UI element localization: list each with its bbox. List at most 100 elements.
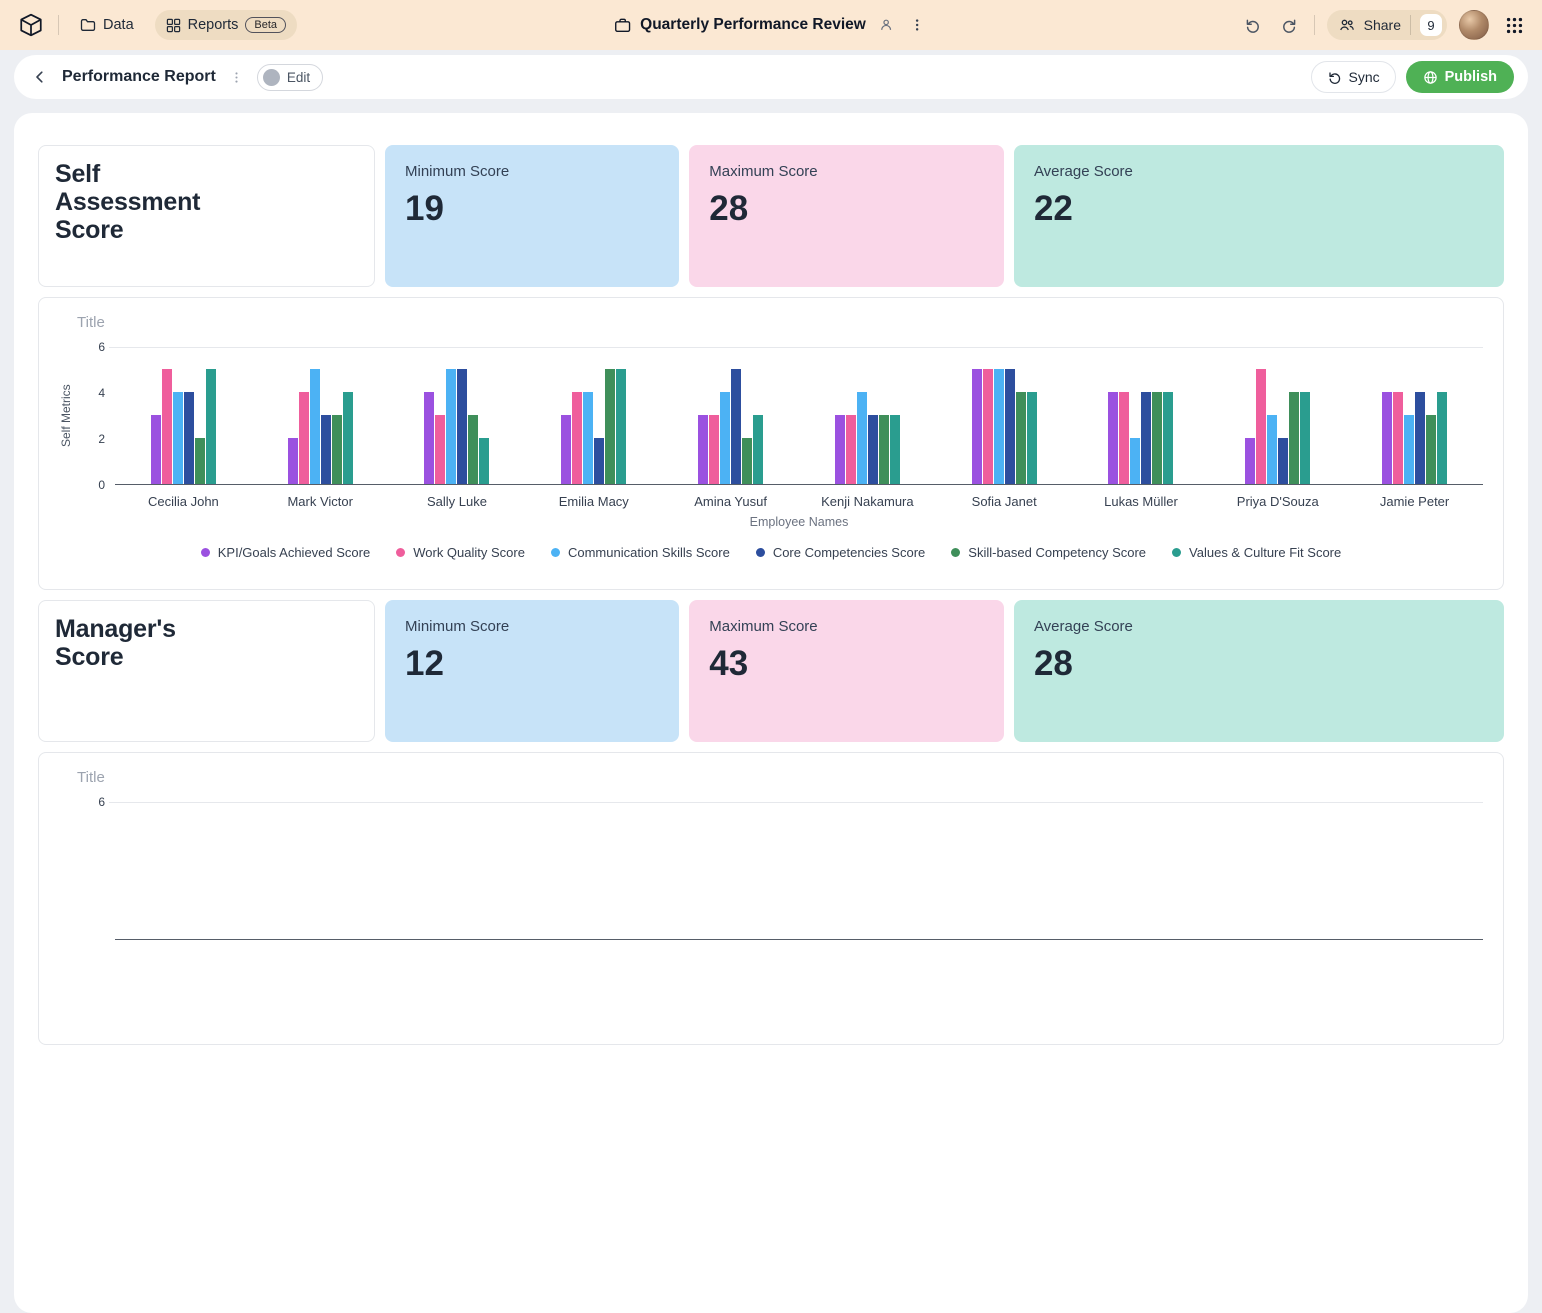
bar[interactable] — [468, 415, 478, 484]
undo-icon[interactable] — [1240, 13, 1265, 38]
bar[interactable] — [994, 369, 1004, 484]
x-tick-label: Sally Luke — [427, 494, 487, 509]
bar[interactable] — [720, 392, 730, 484]
bar[interactable] — [1141, 392, 1151, 484]
app-logo-icon[interactable] — [14, 8, 48, 42]
bar[interactable] — [709, 415, 719, 484]
stat-card-maximum[interactable]: Maximum Score 43 — [689, 600, 1004, 742]
bar[interactable] — [332, 415, 342, 484]
bar[interactable] — [605, 369, 615, 484]
bar[interactable] — [972, 369, 982, 484]
x-tick-label: Emilia Macy — [559, 494, 629, 509]
bar[interactable] — [1415, 392, 1425, 484]
bar[interactable] — [879, 415, 889, 484]
bar[interactable] — [890, 415, 900, 484]
bar[interactable] — [561, 415, 571, 484]
bar[interactable] — [857, 392, 867, 484]
bar[interactable] — [479, 438, 489, 484]
bar[interactable] — [288, 438, 298, 484]
stat-card-minimum[interactable]: Minimum Score 19 — [385, 145, 679, 287]
bar[interactable] — [446, 369, 456, 484]
section-heading-card[interactable]: Manager's Score — [38, 600, 375, 742]
bar[interactable] — [1016, 392, 1026, 484]
share-button[interactable]: Share 9 — [1327, 10, 1447, 40]
bar[interactable] — [184, 392, 194, 484]
bar[interactable] — [742, 438, 752, 484]
legend-item[interactable]: Values & Culture Fit Score — [1172, 545, 1341, 560]
legend-item[interactable]: Core Competencies Score — [756, 545, 925, 560]
bar[interactable] — [151, 415, 161, 484]
report-toolbar: Performance Report Edit Sync — [14, 55, 1528, 99]
bar[interactable] — [1005, 369, 1015, 484]
bar[interactable] — [1027, 392, 1037, 484]
user-avatar[interactable] — [1459, 10, 1489, 40]
bar[interactable] — [1300, 392, 1310, 484]
bar[interactable] — [1163, 392, 1173, 484]
x-axis-label: Employee Names — [59, 515, 1483, 529]
bar[interactable] — [868, 415, 878, 484]
legend-item[interactable]: KPI/Goals Achieved Score — [201, 545, 370, 560]
bar[interactable] — [1256, 369, 1266, 484]
back-icon[interactable] — [28, 65, 52, 89]
bar[interactable] — [1130, 438, 1140, 484]
bar[interactable] — [1119, 392, 1129, 484]
bar[interactable] — [321, 415, 331, 484]
chart-title-placeholder[interactable]: Title — [77, 314, 1483, 331]
bar[interactable] — [594, 438, 604, 484]
chart-title-placeholder[interactable]: Title — [77, 769, 1483, 786]
redo-icon[interactable] — [1277, 13, 1302, 38]
bar[interactable] — [1382, 392, 1392, 484]
apps-grid-icon[interactable] — [1501, 12, 1528, 39]
sync-button[interactable]: Sync — [1311, 61, 1396, 93]
bar[interactable] — [1426, 415, 1436, 484]
nav-reports[interactable]: Reports Beta — [155, 10, 297, 40]
bar[interactable] — [206, 369, 216, 484]
legend-item[interactable]: Communication Skills Score — [551, 545, 730, 560]
report-title: Performance Report — [62, 68, 216, 86]
bar[interactable] — [753, 415, 763, 484]
edit-toggle[interactable]: Edit — [257, 64, 323, 91]
bar[interactable] — [698, 415, 708, 484]
nav-data[interactable]: Data — [69, 10, 145, 40]
bar[interactable] — [310, 369, 320, 484]
bar[interactable] — [343, 392, 353, 484]
stat-card-minimum[interactable]: Minimum Score 12 — [385, 600, 679, 742]
legend-item[interactable]: Work Quality Score — [396, 545, 525, 560]
bar[interactable] — [195, 438, 205, 484]
bar[interactable] — [1437, 392, 1447, 484]
bar[interactable] — [299, 392, 309, 484]
bar[interactable] — [983, 369, 993, 484]
bar[interactable] — [1152, 392, 1162, 484]
bar[interactable] — [1404, 415, 1414, 484]
stat-card-average[interactable]: Average Score 28 — [1014, 600, 1504, 742]
chart-card-self-assessment[interactable]: Title Self Metrics 0246 Cecilia JohnMark… — [38, 297, 1504, 590]
bar[interactable] — [424, 392, 434, 484]
more-options-icon[interactable] — [906, 14, 928, 36]
stat-card-average[interactable]: Average Score 22 — [1014, 145, 1504, 287]
bar[interactable] — [1289, 392, 1299, 484]
bar[interactable] — [1267, 415, 1277, 484]
publish-button[interactable]: Publish — [1406, 61, 1514, 93]
bar[interactable] — [1393, 392, 1403, 484]
report-more-icon[interactable] — [226, 67, 247, 88]
section-heading-card[interactable]: Self Assessment Score — [38, 145, 375, 287]
bar[interactable] — [162, 369, 172, 484]
stat-card-maximum[interactable]: Maximum Score 28 — [689, 145, 1004, 287]
bar[interactable] — [457, 369, 467, 484]
bar[interactable] — [616, 369, 626, 484]
bar-group: Jamie Peter — [1382, 347, 1447, 484]
collaborator-icon[interactable] — [875, 14, 897, 36]
bar[interactable] — [583, 392, 593, 484]
bar[interactable] — [846, 415, 856, 484]
bar[interactable] — [835, 415, 845, 484]
legend-item[interactable]: Skill-based Competency Score — [951, 545, 1146, 560]
bar[interactable] — [1245, 438, 1255, 484]
bar[interactable] — [572, 392, 582, 484]
bar[interactable] — [731, 369, 741, 484]
chart-card-managers-score[interactable]: Title 6 — [38, 752, 1504, 1045]
sync-label: Sync — [1349, 69, 1380, 85]
bar[interactable] — [435, 415, 445, 484]
bar[interactable] — [1278, 438, 1288, 484]
bar[interactable] — [173, 392, 183, 484]
bar[interactable] — [1108, 392, 1118, 484]
